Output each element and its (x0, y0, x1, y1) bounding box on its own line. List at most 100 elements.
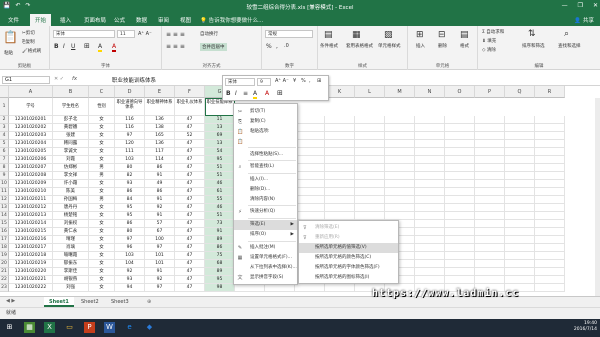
table-cell[interactable]: 93 (115, 276, 145, 284)
column-header[interactable]: C (89, 86, 115, 98)
menu-insert-comment[interactable]: ✎ 插入批注(M) (234, 243, 297, 253)
empty-cell[interactable] (385, 204, 415, 212)
empty-cell[interactable] (415, 244, 445, 252)
table-cell[interactable]: 12301020205 (9, 148, 53, 156)
row-header[interactable]: 1 (0, 98, 9, 116)
row-header[interactable]: 10 (0, 180, 9, 188)
empty-cell[interactable] (355, 212, 385, 220)
empty-cell[interactable] (295, 180, 325, 188)
submenu-filter-by-color[interactable]: 按所选单元格的颜色筛选(C) (299, 253, 398, 263)
table-cell[interactable]: 86 (115, 188, 145, 196)
sheet-nav-arrows[interactable]: ◀ ▶ (6, 298, 15, 304)
fill-color-button[interactable]: A (98, 43, 103, 52)
table-cell[interactable]: 刘霞 (53, 156, 89, 164)
empty-cell[interactable] (505, 228, 535, 236)
empty-cell[interactable] (535, 180, 565, 188)
empty-cell[interactable] (385, 164, 415, 172)
empty-cell[interactable] (535, 204, 565, 212)
table-cell[interactable]: 68 (205, 260, 235, 268)
taskbar-powerpoint-icon[interactable]: P (84, 322, 95, 333)
empty-cell[interactable] (295, 148, 325, 156)
table-cell[interactable]: 92 (145, 204, 175, 212)
empty-cell[interactable] (445, 148, 475, 156)
empty-cell[interactable] (475, 276, 505, 284)
row-header[interactable]: 9 (0, 172, 9, 180)
empty-cell[interactable] (505, 116, 535, 124)
table-cell[interactable]: 男 (89, 196, 115, 204)
mini-grow-font-icon[interactable]: A⁺ A⁻ (275, 78, 289, 84)
row-header[interactable]: 21 (0, 268, 9, 276)
empty-cell[interactable] (355, 156, 385, 164)
find-icon[interactable]: ⌕ (564, 29, 569, 39)
row-header[interactable]: 7 (0, 156, 9, 164)
mini-bold-button[interactable]: B (226, 90, 231, 97)
mini-percent-button[interactable]: % (301, 78, 306, 84)
empty-cell[interactable] (415, 132, 445, 140)
table-cell[interactable]: 12301020202 (9, 124, 53, 132)
empty-cell[interactable] (385, 188, 415, 196)
empty-cell[interactable] (445, 220, 475, 228)
table-cell[interactable]: 86 (145, 188, 175, 196)
table-cell[interactable]: 12301020209 (9, 180, 53, 188)
submenu-filter-by-value[interactable]: 按所选单元格的值筛选(V) (299, 243, 398, 253)
table-cell[interactable]: 肖璃 (53, 244, 89, 252)
table-cell[interactable]: 女 (89, 268, 115, 276)
tab-page-layout[interactable]: 页面布局 (84, 16, 106, 24)
table-cell[interactable]: 49 (145, 180, 175, 188)
tab-data[interactable]: 数据 (136, 16, 147, 24)
empty-cell[interactable] (295, 204, 325, 212)
table-cell[interactable]: 47 (175, 260, 205, 268)
empty-cell[interactable] (475, 196, 505, 204)
cancel-enter-icons[interactable]: ✕ ✓ (54, 76, 64, 82)
table-cell[interactable]: 47 (175, 140, 205, 148)
empty-cell[interactable] (445, 228, 475, 236)
table-cell[interactable]: 93 (115, 180, 145, 188)
minimize-button[interactable]: — (562, 2, 568, 9)
empty-cell[interactable] (415, 236, 445, 244)
empty-cell[interactable] (415, 124, 445, 132)
empty-cell[interactable] (415, 260, 445, 268)
empty-cell[interactable] (295, 140, 325, 148)
autosum-button[interactable]: Σ 自动求和 (482, 29, 504, 35)
table-cell[interactable]: 女 (89, 284, 115, 292)
mini-italic-button[interactable]: I (235, 90, 237, 97)
empty-cell[interactable] (415, 140, 445, 148)
empty-cell[interactable] (445, 188, 475, 196)
empty-cell[interactable] (535, 116, 565, 124)
header-cell[interactable]: 学号 (9, 98, 53, 116)
empty-cell[interactable] (505, 132, 535, 140)
empty-cell[interactable] (415, 116, 445, 124)
menu-copy[interactable]: ⎘ 复制(C) (234, 117, 297, 127)
table-cell[interactable]: 12301020210 (9, 188, 53, 196)
italic-button[interactable]: I (63, 43, 65, 50)
table-cell[interactable]: 117 (145, 148, 175, 156)
table-cell[interactable]: 57 (145, 220, 175, 228)
empty-cell[interactable] (475, 172, 505, 180)
mini-borders-icon[interactable]: ⊞ (277, 89, 283, 97)
table-cell[interactable]: 84 (115, 196, 145, 204)
table-cell[interactable]: 47 (175, 252, 205, 260)
taskbar-folder-icon[interactable]: ▭ (64, 322, 75, 333)
table-cell[interactable]: 黄仁永 (53, 228, 89, 236)
table-cell[interactable]: 47 (175, 172, 205, 180)
table-cell[interactable]: 101 (145, 260, 175, 268)
empty-cell[interactable] (415, 172, 445, 180)
empty-cell[interactable] (535, 188, 565, 196)
menu-cut[interactable]: ✂ 剪切(T) (234, 107, 297, 117)
table-cell[interactable]: 12301020211 (9, 196, 53, 204)
table-cell[interactable]: 张建 (53, 132, 89, 140)
empty-cell[interactable] (505, 204, 535, 212)
empty-cell[interactable] (415, 188, 445, 196)
empty-cell[interactable] (445, 156, 475, 164)
table-cell[interactable]: 97 (115, 236, 145, 244)
mini-comma-button[interactable]: , (309, 78, 311, 84)
table-cell[interactable]: 女 (89, 156, 115, 164)
table-cell[interactable]: 116 (115, 124, 145, 132)
empty-cell[interactable] (505, 196, 535, 204)
table-cell[interactable]: 95 (205, 156, 235, 164)
empty-cell[interactable] (505, 156, 535, 164)
empty-cell[interactable] (325, 180, 355, 188)
row-header[interactable]: 8 (0, 164, 9, 172)
empty-cell[interactable] (445, 172, 475, 180)
row-header[interactable]: 17 (0, 236, 9, 244)
